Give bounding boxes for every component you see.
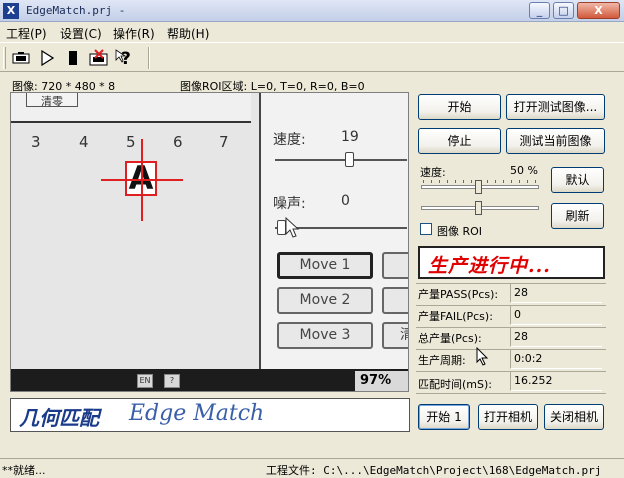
view-speed-label: 速度: — [273, 132, 306, 148]
view-lang-icon: EN — [137, 374, 153, 388]
production-status-box: 生产进行中... — [418, 246, 605, 279]
view-side-button — [382, 252, 408, 279]
view-speed-knob — [345, 152, 354, 167]
view-top-band: 清零 — [11, 93, 251, 123]
view-device-panel: 速度: 19 噪声: 0 Move 1 Move 2 Move 3 清 — [259, 93, 408, 369]
crosshair-vertical — [141, 139, 143, 221]
speed-slider-knob[interactable] — [475, 180, 482, 194]
window-title: EdgeMatch.prj - — [26, 4, 126, 17]
speed-value: 50 % — [510, 164, 538, 177]
view-move3-button: Move 3 — [277, 322, 373, 349]
close-camera-button[interactable]: 关闭相机 — [544, 404, 604, 430]
logo-chinese: 几何匹配 — [19, 406, 99, 430]
stat-match-time-label: 匹配时间(mS): — [418, 378, 492, 391]
view-bottom-bar: EN ? 97% — [11, 369, 408, 391]
refresh-button[interactable]: 刷新 — [551, 203, 604, 229]
stop-icon[interactable] — [62, 47, 84, 69]
stat-total-value: 28 — [510, 327, 602, 347]
view-number: 5 — [126, 133, 136, 151]
view-help-icon: ? — [164, 374, 180, 388]
view-noise-value: 0 — [341, 193, 350, 209]
title-bar: X EdgeMatch.prj - _ □ X — [0, 0, 624, 22]
stats-separator — [416, 393, 606, 394]
view-tab: 清零 — [26, 93, 78, 108]
stat-pass-value: 28 — [510, 283, 602, 303]
open-test-image-button[interactable]: 打开测试图像... — [506, 94, 605, 120]
view-speed-value: 19 — [341, 129, 359, 145]
close-button[interactable]: X — [577, 2, 620, 19]
status-bar: **就绪... 工程文件: C:\...\EdgeMatch\Project\1… — [0, 458, 624, 478]
open-camera-button[interactable]: 打开相机 — [478, 404, 538, 430]
speed-label: 速度: — [420, 166, 446, 179]
view-cursor-icon — [285, 217, 300, 238]
logo-english: Edge Match — [129, 401, 265, 426]
view-number: 3 — [31, 133, 41, 151]
view-battery-level: 97% — [355, 371, 408, 391]
view-number: 7 — [219, 133, 229, 151]
view-speed-track — [275, 159, 407, 161]
camera-off-icon[interactable] — [88, 47, 110, 69]
status-project-file: 工程文件: C:\...\EdgeMatch\Project\168\EdgeM… — [266, 464, 602, 477]
image-roi-label: 图像 ROI — [437, 225, 483, 238]
view-side-button: 清 — [382, 322, 408, 349]
view-side-button — [382, 287, 408, 314]
camera-icon[interactable] — [10, 47, 32, 69]
view-move2-button: Move 2 — [277, 287, 373, 314]
stat-total-label: 总产量(Pcs): — [418, 332, 482, 345]
mouse-cursor-icon — [476, 347, 489, 366]
toolbar-grip — [3, 47, 6, 69]
toolbar: ? — [0, 42, 624, 72]
maximize-button[interactable]: □ — [553, 2, 574, 19]
camera-view[interactable]: 清零 3 4 5 6 7 A 速度: 19 噪声: 0 Move 1 Move … — [10, 92, 409, 392]
app-icon: X — [3, 3, 19, 19]
svg-text:?: ? — [121, 49, 131, 68]
image-roi-checkbox[interactable] — [420, 223, 432, 235]
status-ready: **就绪... — [2, 464, 46, 477]
stop-button[interactable]: 停止 — [418, 128, 501, 154]
menu-project[interactable]: 工程(P) — [6, 25, 47, 42]
stat-pass-label: 产量PASS(Pcs): — [418, 288, 499, 301]
view-move1-button: Move 1 — [277, 252, 373, 279]
start-button[interactable]: 开始 — [418, 94, 501, 120]
stat-match-time-value: 16.252 — [510, 371, 602, 391]
menu-bar: 工程(P) 设置(C) 操作(R) 帮助(H) — [0, 22, 624, 41]
view-noise-label: 噪声: — [273, 196, 306, 212]
production-status-text: 生产进行中... — [428, 255, 551, 277]
start-1-button[interactable]: 开始 1 — [418, 404, 470, 430]
stat-fail-label: 产量FAIL(Pcs): — [418, 310, 493, 323]
test-current-image-button[interactable]: 测试当前图像 — [506, 128, 605, 154]
default-button[interactable]: 默认 — [551, 167, 604, 193]
stat-fail-value: 0 — [510, 305, 602, 325]
secondary-slider-knob[interactable] — [475, 201, 482, 215]
play-icon[interactable] — [36, 47, 58, 69]
menu-operate[interactable]: 操作(R) — [113, 25, 155, 42]
menu-help[interactable]: 帮助(H) — [167, 25, 209, 42]
toolbar-separator — [148, 47, 150, 69]
menu-settings[interactable]: 设置(C) — [60, 25, 102, 42]
stat-cycle-label: 生产周期: — [418, 354, 466, 367]
view-number: 6 — [173, 133, 183, 151]
help-icon[interactable]: ? — [114, 47, 136, 69]
view-number: 4 — [79, 133, 89, 151]
minimize-button[interactable]: _ — [529, 2, 550, 19]
stat-cycle-value: 0:0:2 — [510, 349, 602, 369]
logo-box: 几何匹配 Edge Match — [10, 398, 410, 432]
